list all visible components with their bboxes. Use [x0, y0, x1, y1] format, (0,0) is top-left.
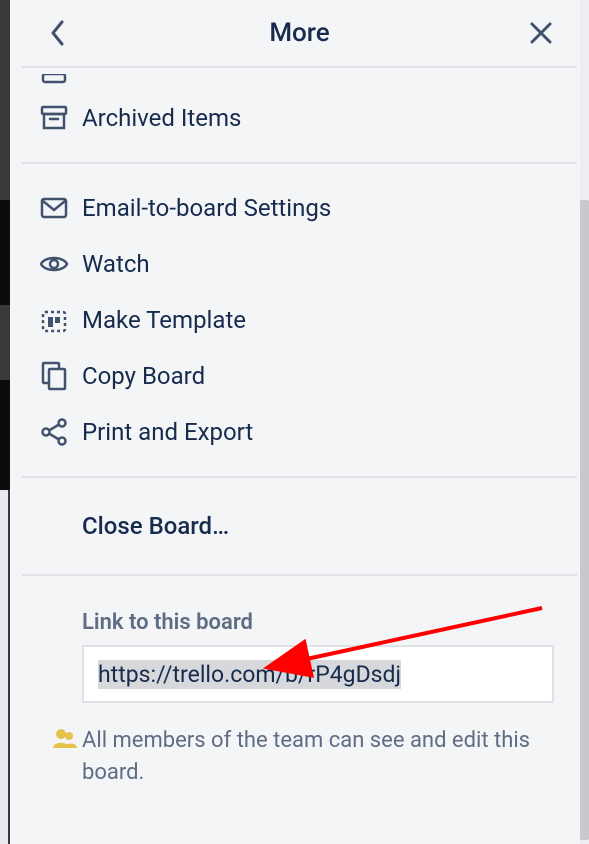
panel-header: More [22, 0, 577, 68]
mail-icon [26, 197, 82, 219]
link-section: Link to this board https://trello.com/b/… [22, 592, 577, 789]
panel-title: More [269, 18, 329, 48]
back-button[interactable] [38, 13, 78, 53]
menu-item-label: Email-to-board Settings [82, 194, 331, 222]
board-link-input[interactable]: https://trello.com/b/rP4gDsdj [82, 645, 554, 703]
divider [22, 476, 577, 478]
template-icon [26, 306, 82, 334]
board-link-url: https://trello.com/b/rP4gDsdj [98, 660, 401, 689]
share-icon [26, 418, 82, 446]
menu-item-print-export[interactable]: Print and Export [22, 404, 577, 460]
divider [22, 162, 577, 164]
menu-item-label: Print and Export [82, 418, 253, 446]
menu-item-make-template[interactable]: Make Template [22, 292, 577, 348]
more-menu-panel: More Archived Items [10, 0, 589, 844]
menu-item-email-settings[interactable]: Email-to-board Settings [22, 180, 577, 236]
menu-item-copy-board[interactable]: Copy Board [22, 348, 577, 404]
background-strip [0, 0, 10, 844]
scrollbar-thumb[interactable] [580, 200, 589, 840]
menu-item-label: Watch [82, 250, 150, 278]
menu-item-label: Make Template [82, 306, 246, 334]
close-board-label: Close Board… [82, 512, 573, 540]
permission-text: All members of the team can see and edit… [52, 725, 567, 789]
copy-icon [26, 361, 82, 391]
scrollbar[interactable] [580, 0, 589, 844]
close-button[interactable] [521, 13, 561, 53]
menu-item-label: Archived Items [82, 104, 241, 132]
permission-text-content: All members of the team can see and edit… [82, 728, 530, 785]
cutoff-icon [26, 74, 82, 84]
menu-item-close-board[interactable]: Close Board… [22, 494, 577, 558]
link-section-label: Link to this board [82, 610, 567, 635]
archive-icon [26, 105, 82, 131]
menu-item-watch[interactable]: Watch [22, 236, 577, 292]
divider [22, 574, 577, 576]
menu-item-archived-items[interactable]: Archived Items [22, 90, 577, 146]
team-icon [52, 727, 78, 749]
menu-item-label: Copy Board [82, 362, 205, 390]
eye-icon [26, 254, 82, 274]
close-icon [529, 21, 553, 45]
menu-item-cutoff[interactable] [22, 68, 577, 90]
chevron-left-icon [50, 20, 66, 46]
